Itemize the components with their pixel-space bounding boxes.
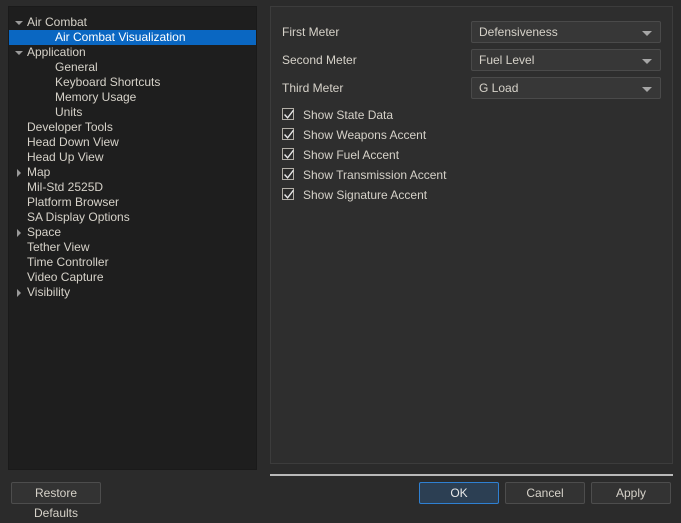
- checkmark-icon[interactable]: [282, 168, 294, 180]
- sidebar-item-head-down-view[interactable]: Head Down View: [9, 135, 256, 150]
- settings-category-tree[interactable]: Air Combat Air Combat Visualization Applic…: [8, 6, 257, 470]
- combo-selected-value: G Load: [479, 81, 519, 95]
- sidebar-item-label: Map: [27, 165, 51, 179]
- sidebar-item-label: Time Controller: [27, 255, 109, 269]
- combo-second-meter[interactable]: Fuel Level: [471, 49, 661, 71]
- sidebar-item-keyboard-shortcuts[interactable]: Keyboard Shortcuts: [9, 75, 256, 90]
- checkbox-label: Show Signature Accent: [303, 188, 428, 202]
- sidebar-item-label: Space: [27, 225, 62, 239]
- sidebar-item-label: General: [55, 60, 98, 74]
- sidebar-item-label: Air Combat Visualization: [55, 30, 186, 44]
- restore-defaults-button[interactable]: Restore Defaults: [11, 482, 101, 520]
- combo-selected-value: Fuel Level: [479, 53, 535, 67]
- combo-label: Third Meter: [282, 81, 344, 95]
- sidebar-item-air-combat-visualization[interactable]: Air Combat Visualization: [9, 30, 256, 45]
- sidebar-item-label: Video Capture: [27, 270, 104, 284]
- sidebar-item-label: Memory Usage: [55, 90, 137, 104]
- sidebar-item-head-up-view[interactable]: Head Up View: [9, 150, 256, 165]
- sidebar-item-label: Head Down View: [27, 135, 119, 149]
- triangle-down-icon[interactable]: [11, 15, 27, 30]
- sidebar-item-label: Head Up View: [27, 150, 104, 164]
- triangle-right-icon[interactable]: [11, 225, 27, 240]
- sidebar-item-label: Units: [55, 105, 83, 119]
- preferences-dialog: Air Combat Air Combat Visualization Applic…: [0, 0, 681, 520]
- sidebar-item-label: SA Display Options: [27, 210, 130, 224]
- triangle-right-icon[interactable]: [11, 165, 27, 180]
- combo-label: Second Meter: [282, 53, 357, 67]
- form-row: First Meter Defensiveness: [271, 21, 672, 43]
- checkmark-icon[interactable]: [282, 128, 294, 140]
- triangle-right-icon[interactable]: [11, 285, 27, 300]
- sidebar-item-label: Air Combat: [27, 15, 88, 29]
- cancel-button[interactable]: Cancel: [505, 482, 585, 504]
- footer-divider: [270, 474, 673, 476]
- sidebar-item-sa-display-options[interactable]: SA Display Options: [9, 210, 256, 225]
- sidebar-item-developer-tools[interactable]: Developer Tools: [9, 120, 256, 135]
- checkmark-icon[interactable]: [282, 148, 294, 160]
- checkbox-label: Show Fuel Accent: [303, 148, 400, 162]
- triangle-down-icon[interactable]: [11, 45, 27, 60]
- combo-first-meter[interactable]: Defensiveness: [471, 21, 661, 43]
- sidebar-item-label: Developer Tools: [27, 120, 113, 134]
- sidebar-item-memory-usage[interactable]: Memory Usage: [9, 90, 256, 105]
- form-row: Second Meter Fuel Level: [271, 49, 672, 71]
- sidebar-item-label: Visibility: [27, 285, 71, 299]
- sidebar-item-time-controller[interactable]: Time Controller: [9, 255, 256, 270]
- chevron-down-icon[interactable]: [642, 31, 652, 36]
- sidebar-item-map[interactable]: Map: [9, 165, 256, 180]
- combo-label: First Meter: [282, 25, 340, 39]
- sidebar-item-air-combat[interactable]: Air Combat: [9, 15, 256, 30]
- air-combat-visualization-options-panel: First Meter Defensiveness Second Meter Fuel…: [270, 6, 673, 464]
- sidebar-item-label: Application: [27, 45, 86, 59]
- sidebar-item-units[interactable]: Units: [9, 105, 256, 120]
- sidebar-item-label: Keyboard Shortcuts: [55, 75, 161, 89]
- sidebar-item-label: Platform Browser: [27, 195, 120, 209]
- ok-button[interactable]: OK: [419, 482, 499, 504]
- sidebar-item-label: Mil-Std 2525D: [27, 180, 104, 194]
- combo-third-meter[interactable]: G Load: [471, 77, 661, 99]
- checkbox-label: Show Weapons Accent: [303, 128, 427, 142]
- checkbox-label: Show Transmission Accent: [303, 168, 447, 182]
- checkmark-icon[interactable]: [282, 188, 294, 200]
- sidebar-item-visibility[interactable]: Visibility: [9, 285, 256, 300]
- apply-button[interactable]: Apply: [591, 482, 671, 504]
- combo-selected-value: Defensiveness: [479, 25, 558, 39]
- sidebar-item-label: Tether View: [27, 240, 90, 254]
- chevron-down-icon[interactable]: [642, 87, 652, 92]
- checkbox-label: Show State Data: [303, 108, 394, 122]
- checkmark-icon[interactable]: [282, 108, 294, 120]
- sidebar-item-space[interactable]: Space: [9, 225, 256, 240]
- sidebar-item-general[interactable]: General: [9, 60, 256, 75]
- chevron-down-icon[interactable]: [642, 59, 652, 64]
- sidebar-item-tether-view[interactable]: Tether View: [9, 240, 256, 255]
- sidebar-item-application[interactable]: Application: [9, 45, 256, 60]
- sidebar-item-platform-browser[interactable]: Platform Browser: [9, 195, 256, 210]
- sidebar-item-mil-std-2525d[interactable]: Mil-Std 2525D: [9, 180, 256, 195]
- sidebar-item-video-capture[interactable]: Video Capture: [9, 270, 256, 285]
- form-row: Third Meter G Load: [271, 77, 672, 99]
